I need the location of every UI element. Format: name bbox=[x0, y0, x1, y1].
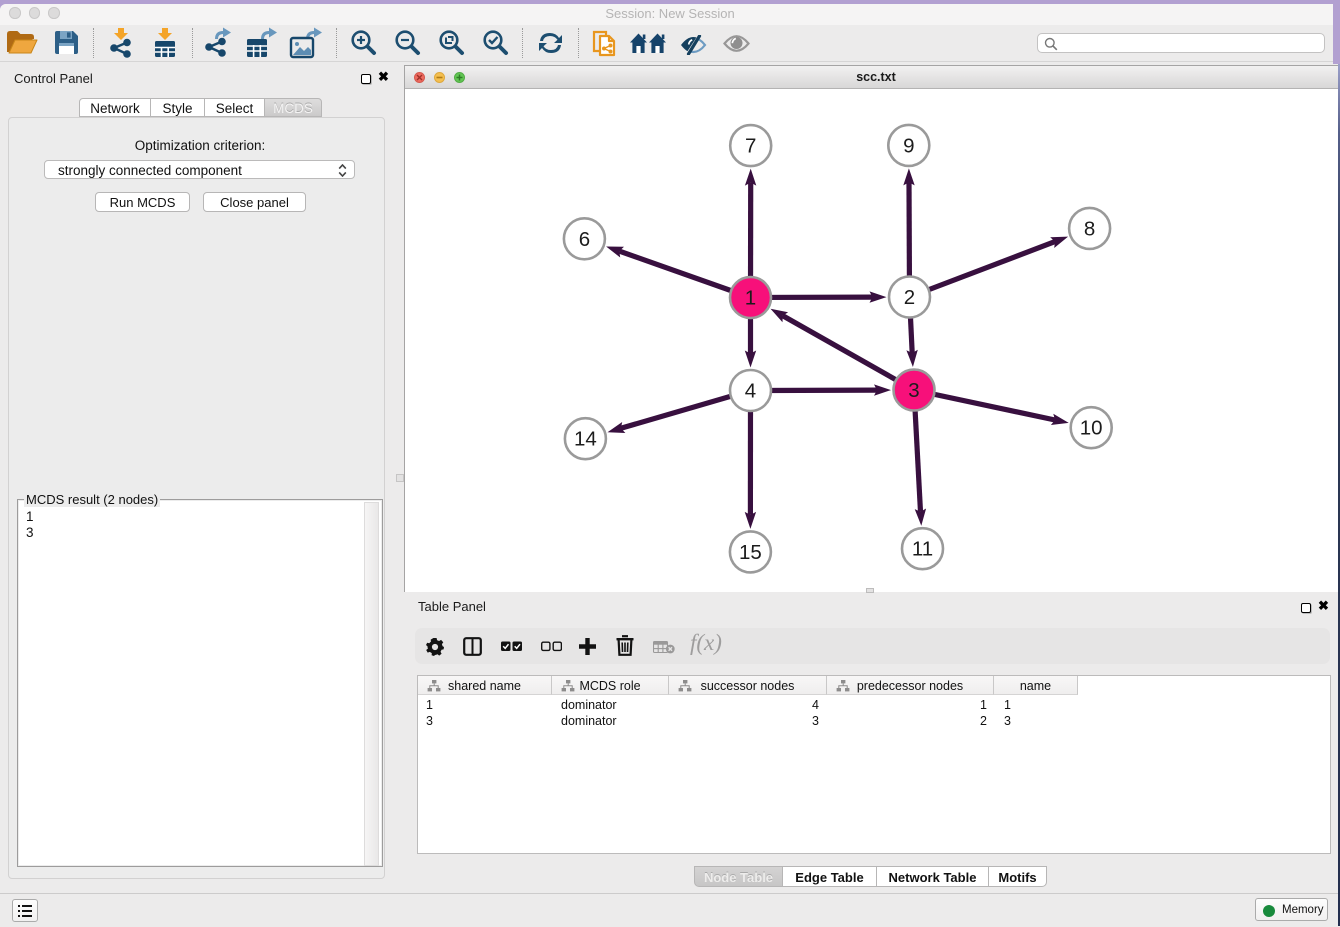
svg-text:15: 15 bbox=[739, 541, 762, 564]
svg-text:11: 11 bbox=[912, 538, 933, 561]
svg-text:8: 8 bbox=[1084, 217, 1095, 240]
svg-text:1: 1 bbox=[745, 287, 756, 310]
svg-text:10: 10 bbox=[1080, 417, 1103, 440]
svg-text:6: 6 bbox=[579, 228, 590, 251]
svg-text:2: 2 bbox=[904, 286, 915, 309]
svg-text:7: 7 bbox=[745, 135, 756, 158]
svg-text:3: 3 bbox=[908, 379, 919, 402]
svg-text:9: 9 bbox=[903, 134, 914, 157]
svg-text:4: 4 bbox=[745, 380, 756, 403]
svg-text:14: 14 bbox=[574, 428, 597, 451]
